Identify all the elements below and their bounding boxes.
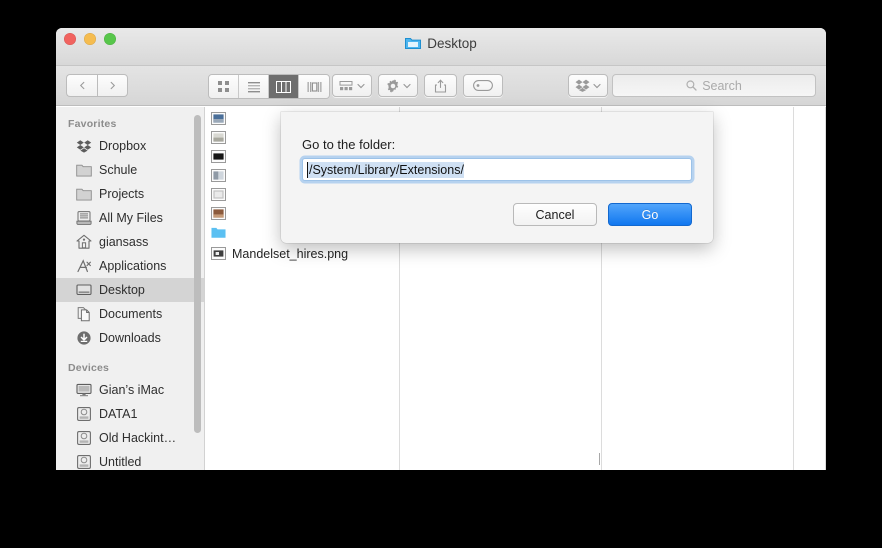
sidebar-item-label: Untitled [99,455,142,469]
list-item[interactable]: Mandelset_hires.png [205,244,399,263]
sidebar-item-label: Gian’s iMac [99,383,165,397]
sidebar-item-applications[interactable]: Applications [56,254,204,278]
sidebar-scrollbar[interactable] [194,115,201,433]
folder-path-value: /System/Library/Extensions/ [307,161,464,178]
imac-icon [76,383,92,397]
image-thumb-icon [211,150,226,163]
coverflow-view-button[interactable] [299,75,329,98]
desktop-icon [76,284,92,295]
go-to-folder-dialog: Go to the folder: /System/Library/Extens… [281,112,713,243]
sidebar-item-label: Downloads [99,331,161,345]
list-item-label: Mandelset_hires.png [232,246,349,261]
search-placeholder: Search [702,78,742,93]
search-icon [686,80,697,91]
image-thumb-icon [211,188,226,201]
chevron-down-icon [357,83,365,88]
arrange-button[interactable] [332,74,372,97]
search-input[interactable]: Search [612,74,816,97]
sidebar-item-schule[interactable]: Schule [56,158,204,182]
folder-path-input[interactable]: /System/Library/Extensions/ [302,158,692,181]
sidebar: Favorites Dropbox Schule Projects All My… [56,107,205,470]
tag-button[interactable] [463,74,503,97]
image-thumb-icon [211,207,226,220]
action-menu-button[interactable] [378,74,418,97]
image-thumb-icon [211,169,226,182]
columns-icon [276,80,291,93]
disk-icon [77,431,91,445]
sidebar-item-label: All My Files [99,211,163,225]
sidebar-item-label: giansass [99,235,149,249]
sidebar-item-desktop[interactable]: Desktop [56,278,204,302]
tag-icon [473,80,493,91]
sidebar-item-giansass[interactable]: giansass [56,230,204,254]
icon-view-button[interactable] [209,75,239,98]
sidebar-item-label: Documents [99,307,163,321]
gear-icon [386,79,398,92]
sidebar-item-old-hackintosh[interactable]: Old Hackint… [56,426,204,450]
disk-icon [77,407,91,421]
dialog-buttons: Cancel Go [513,203,692,226]
sidebar-item-dropbox[interactable]: Dropbox [56,134,204,158]
chevron-down-icon [593,83,601,88]
image-thumb-icon [211,112,226,125]
applications-icon [77,259,91,273]
downloads-icon [77,331,91,345]
coverflow-icon [307,81,321,92]
chevron-left-icon [79,81,84,90]
forward-button[interactable] [97,74,128,97]
view-switcher [208,74,330,99]
sidebar-item-label: Old Hackint… [99,431,177,445]
sidebar-item-label: Projects [99,187,145,201]
blue-folder-icon [405,38,422,49]
window-titlebar: Desktop [56,28,826,66]
window-title: Desktop [56,36,826,51]
sidebar-item-label: Schule [99,163,138,177]
image-thumb-icon [211,131,226,144]
list-view-button[interactable] [239,75,269,98]
sidebar-item-label: Dropbox [99,139,147,153]
grid-icon [218,81,229,92]
sidebar-header-favorites: Favorites [68,118,117,130]
chevron-right-icon [110,81,116,90]
sidebar-item-gians-imac[interactable]: Gian’s iMac [56,378,204,402]
sidebar-item-label: Desktop [99,283,145,297]
window-toolbar: Search [56,66,826,106]
finder-window: Desktop Search Favorites Dropbox Schule … [56,28,826,470]
allmyfiles-icon [76,211,92,225]
disk-icon [77,455,91,469]
nav-button-group [66,74,128,97]
file-column-4 [794,107,826,470]
dropbox-icon [575,79,590,92]
image-thumb-icon [211,247,226,260]
home-icon [76,234,92,249]
sidebar-item-label: DATA1 [99,407,138,421]
dialog-label: Go to the folder: [302,137,396,152]
dropbox-button[interactable] [568,74,608,97]
blue-folder-icon [211,227,226,238]
folder-icon [76,164,92,177]
chevron-down-icon [402,83,411,88]
list-icon [247,82,260,93]
column-view-button[interactable] [269,75,299,98]
folder-icon [76,188,92,201]
documents-icon [77,307,90,322]
back-button[interactable] [66,74,97,97]
go-button[interactable]: Go [608,203,692,226]
sidebar-item-downloads[interactable]: Downloads [56,326,204,350]
sidebar-header-devices: Devices [68,362,110,374]
sidebar-item-data1[interactable]: DATA1 [56,402,204,426]
sidebar-item-documents[interactable]: Documents [56,302,204,326]
share-icon [434,79,447,93]
sidebar-item-label: Applications [99,259,167,273]
sidebar-item-untitled[interactable]: Untitled [56,450,204,470]
dropbox-icon [76,140,92,153]
share-button[interactable] [424,74,457,97]
cancel-button[interactable]: Cancel [513,203,597,226]
sidebar-item-projects[interactable]: Projects [56,182,204,206]
arrange-icon [339,80,353,90]
sidebar-item-all-my-files[interactable]: All My Files [56,206,204,230]
window-title-text: Desktop [427,36,477,51]
